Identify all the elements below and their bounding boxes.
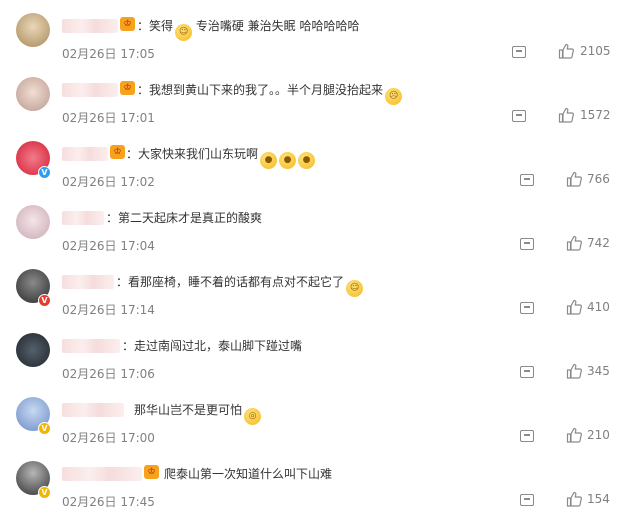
comment-text: ：大家快来我们山东玩啊 ● ● ●: [126, 146, 316, 169]
username-redacted[interactable]: [62, 19, 118, 33]
comment-body: 那华山岂不是更可怕: [134, 403, 243, 417]
emoji-smirk-icon: ☺: [346, 280, 364, 297]
comment-icon[interactable]: [512, 46, 526, 58]
comment-icon[interactable]: [520, 174, 534, 186]
comment-item: V ♔ 爬泰山第一次知道什么叫下山难 02月26日 17:45 154: [0, 456, 623, 520]
comment-text: ：笑得 ☺ 专治嘴硬 兼治失眠 哈哈哈哈哈: [137, 18, 359, 41]
comment-icon[interactable]: [520, 366, 534, 378]
thumbs-up-icon[interactable]: [558, 43, 574, 59]
avatar[interactable]: [16, 333, 50, 367]
verified-badge-icon: V: [38, 486, 51, 499]
crown-vip-icon: ♔: [120, 81, 135, 95]
comment-text: 那华山岂不是更可怕 ◎: [134, 402, 262, 425]
thumbs-up-icon[interactable]: [566, 491, 582, 507]
comment-body: 笑得: [149, 19, 174, 33]
emoji-crying-icon: ☹: [385, 88, 403, 105]
comment-item: ♔ ：笑得 ☺ 专治嘴硬 兼治失眠 哈哈哈哈哈 02月26日 17:05 2105: [0, 8, 623, 72]
comment-item: V ♔ ：大家快来我们山东玩啊 ● ● ● 02月26日 17:02 766: [0, 136, 623, 200]
comment-icon[interactable]: [520, 302, 534, 314]
colon: ：: [122, 339, 135, 353]
like-count: 345: [587, 364, 610, 378]
comment-time: 02月26日 17:01: [62, 111, 155, 125]
username-redacted[interactable]: [62, 339, 120, 353]
username-redacted[interactable]: [62, 467, 142, 481]
thumbs-up-icon[interactable]: [566, 235, 582, 251]
comment-time: 02月26日 17:04: [62, 239, 155, 253]
verified-badge-icon: V: [38, 294, 51, 307]
verified-badge-icon: V: [38, 422, 51, 435]
avatar[interactable]: [16, 77, 50, 111]
comment-text: ：看那座椅，睡不着的话都有点对不起它了 ☺: [116, 274, 364, 297]
comment-body: 看那座椅，睡不着的话都有点对不起它了: [128, 275, 345, 289]
comment-text: ：我想到黄山下来的我了。。半个月腿没抬起来 ☹: [137, 82, 403, 105]
username-redacted[interactable]: [62, 83, 118, 97]
username-redacted[interactable]: [62, 275, 114, 289]
username-redacted[interactable]: [62, 403, 124, 417]
emoji-smirk-icon: ☺: [175, 24, 193, 41]
comment-item: ♔ ：我想到黄山下来的我了。。半个月腿没抬起来 ☹ 02月26日 17:01 15…: [0, 72, 623, 136]
comment-body-cont: 专治嘴硬 兼治失眠 哈哈哈哈哈: [192, 19, 360, 33]
comment-item: ：第二天起床才是真正的酸爽 02月26日 17:04 742: [0, 200, 623, 264]
verified-badge-icon: V: [38, 166, 51, 179]
comment-item: ：走过南闯过北，泰山脚下踫过嘴 02月26日 17:06 345: [0, 328, 623, 392]
comment-body: 第二天起床才是真正的酸爽: [118, 211, 263, 225]
comment-time: 02月26日 17:06: [62, 367, 155, 381]
like-count: 742: [587, 236, 610, 250]
crown-vip-icon: ♔: [144, 465, 159, 479]
like-count: 1572: [580, 108, 611, 122]
comment-time: 02月26日 17:14: [62, 303, 155, 317]
thumbs-up-icon[interactable]: [566, 171, 582, 187]
comment-icon[interactable]: [512, 110, 526, 122]
crown-vip-icon: ♔: [120, 17, 135, 31]
comment-time: 02月26日 17:05: [62, 47, 155, 61]
emoji-dog-icon: ●: [260, 152, 278, 169]
thumbs-up-icon[interactable]: [566, 363, 582, 379]
like-count: 210: [587, 428, 610, 442]
comment-icon[interactable]: [520, 494, 534, 506]
comment-text: ：走过南闯过北，泰山脚下踫过嘴: [122, 338, 302, 354]
thumbs-up-icon[interactable]: [558, 107, 574, 123]
comment-body: 走过南闯过北，泰山脚下踫过嘴: [134, 339, 303, 353]
comment-text: 爬泰山第一次知道什么叫下山难: [164, 466, 332, 482]
like-count: 2105: [580, 44, 611, 58]
emoji-dizzy-icon: ◎: [244, 408, 262, 425]
avatar[interactable]: [16, 205, 50, 239]
thumbs-up-icon[interactable]: [566, 299, 582, 315]
like-count: 154: [587, 492, 610, 506]
username-redacted[interactable]: [62, 147, 108, 161]
emoji-dog-icon: ●: [279, 152, 297, 169]
colon: ：: [106, 211, 119, 225]
comment-item: V 那华山岂不是更可怕 ◎ 02月26日 17:00 210: [0, 392, 623, 456]
comment-item: V ：看那座椅，睡不着的话都有点对不起它了 ☺ 02月26日 17:14 410: [0, 264, 623, 328]
comment-body: 我想到黄山下来的我了。。半个月腿没抬起来: [149, 83, 384, 97]
comment-time: 02月26日 17:45: [62, 495, 155, 509]
emoji-dog-icon: ●: [298, 152, 316, 169]
like-count: 766: [587, 172, 610, 186]
avatar[interactable]: [16, 13, 50, 47]
comment-time: 02月26日 17:02: [62, 175, 155, 189]
username-redacted[interactable]: [62, 211, 104, 225]
like-count: 410: [587, 300, 610, 314]
comment-body: 爬泰山第一次知道什么叫下山难: [164, 467, 333, 481]
colon: ：: [137, 19, 150, 33]
comment-body: 大家快来我们山东玩啊: [138, 147, 259, 161]
comment-time: 02月26日 17:00: [62, 431, 155, 445]
thumbs-up-icon[interactable]: [566, 427, 582, 443]
comment-icon[interactable]: [520, 238, 534, 250]
crown-vip-icon: ♔: [110, 145, 125, 159]
colon: ：: [137, 83, 150, 97]
colon: ：: [126, 147, 139, 161]
comment-icon[interactable]: [520, 430, 534, 442]
colon: ：: [116, 275, 129, 289]
comment-text: ：第二天起床才是真正的酸爽: [106, 210, 262, 226]
